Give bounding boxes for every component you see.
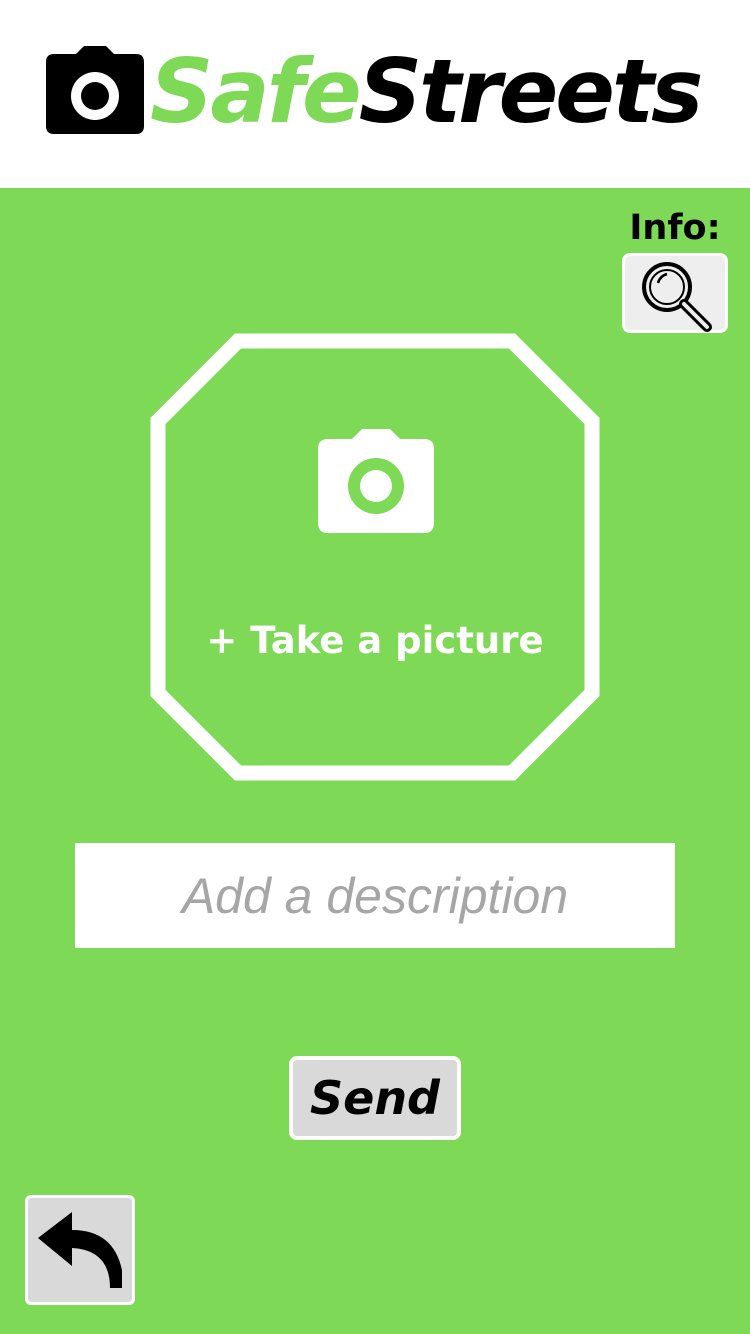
magnifier-icon <box>642 262 712 332</box>
brand-logo-text: SafeStreets <box>150 40 704 144</box>
brand-part-streets: Streets <box>358 40 704 143</box>
camera-icon <box>46 46 144 134</box>
brand-part-safe: Safe <box>150 40 362 143</box>
description-input[interactable] <box>75 843 675 948</box>
info-label: Info: <box>629 208 721 248</box>
back-button[interactable] <box>25 1195 135 1305</box>
send-button[interactable]: Send <box>289 1056 461 1140</box>
info-button[interactable] <box>622 253 728 333</box>
app-header: SafeStreets <box>0 0 750 188</box>
camera-icon <box>318 429 434 537</box>
take-picture-button[interactable]: + Take a picture <box>150 333 600 781</box>
octagon-frame <box>150 333 600 781</box>
back-arrow-icon <box>38 1212 122 1288</box>
take-picture-label: + Take a picture <box>206 619 544 662</box>
